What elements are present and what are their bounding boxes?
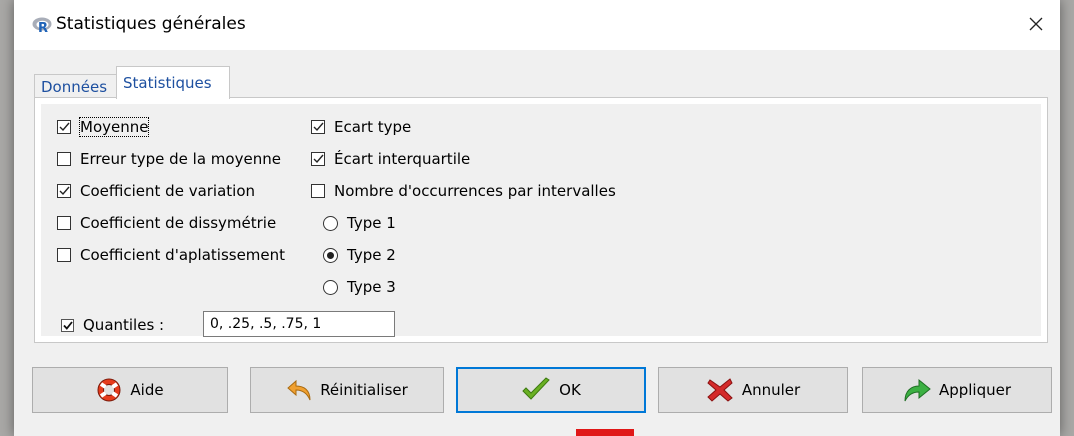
ok-button[interactable]: OK (456, 367, 646, 413)
lifebuoy-icon (97, 378, 121, 402)
checkmark-icon (522, 377, 550, 400)
radio-dot (327, 251, 334, 259)
checkbox-checked[interactable] (57, 120, 71, 134)
radio-type-2[interactable]: Type 2 (323, 246, 396, 264)
tab-donnees[interactable]: Données (34, 74, 124, 99)
check-icon (59, 186, 70, 196)
option-label: Coefficient de variation (80, 182, 256, 200)
radio-type-3[interactable]: Type 3 (323, 278, 396, 296)
option-ecart-interquartile[interactable]: Écart interquartile (311, 150, 470, 168)
red-marker (576, 429, 634, 436)
radio-label: Type 2 (347, 246, 396, 264)
option-label: Nombre d'occurrences par intervalles (334, 182, 616, 200)
reset-label: Réinitialiser (320, 381, 408, 399)
quantiles-option[interactable]: Quantiles : (61, 316, 164, 334)
dialog-window: R Statistiques générales Données Statist… (14, 0, 1060, 436)
close-button[interactable] (1022, 10, 1050, 38)
quantiles-checkbox[interactable] (61, 318, 74, 332)
svg-text:R: R (38, 21, 48, 33)
option-dissymetrie[interactable]: Coefficient de dissymétrie (57, 214, 276, 232)
quantiles-input[interactable]: 0, .25, .5, .75, 1 (203, 311, 395, 337)
green-arrow-icon (904, 378, 931, 402)
option-erreur-type[interactable]: Erreur type de la moyenne (57, 150, 281, 168)
option-ecart-type[interactable]: Ecart type (311, 118, 411, 136)
option-label: Ecart type (334, 118, 412, 136)
title-bar: R Statistiques générales (14, 0, 1060, 50)
checkbox-unchecked[interactable] (57, 216, 71, 230)
checkbox-checked[interactable] (311, 120, 325, 134)
statistics-panel: Moyenne Erreur type de la moyenne Coeffi… (34, 97, 1048, 343)
options-area: Moyenne Erreur type de la moyenne Coeffi… (41, 104, 1041, 337)
check-icon (313, 122, 324, 132)
option-label: Moyenne (78, 117, 150, 137)
apply-button[interactable]: Appliquer (862, 367, 1052, 413)
option-label: Écart interquartile (334, 150, 471, 168)
option-moyenne[interactable]: Moyenne (57, 117, 150, 137)
option-label: Erreur type de la moyenne (80, 150, 281, 168)
close-icon (1029, 17, 1043, 31)
option-label: Coefficient de dissymétrie (80, 214, 277, 232)
checkbox-unchecked[interactable] (57, 248, 71, 262)
apply-label: Appliquer (938, 381, 1012, 399)
checkbox-unchecked[interactable] (311, 184, 325, 198)
radio-unselected[interactable] (323, 215, 338, 231)
r-logo-icon: R (32, 17, 52, 33)
window-title: Statistiques générales (56, 14, 246, 34)
ok-label: OK (559, 381, 581, 399)
red-x-icon (707, 378, 733, 402)
tab-statistiques[interactable]: Statistiques (116, 66, 230, 99)
quantiles-label: Quantiles : (83, 316, 165, 334)
radio-label: Type 1 (347, 214, 396, 232)
checkbox-checked[interactable] (57, 184, 71, 198)
radio-type-1[interactable]: Type 1 (323, 214, 396, 232)
option-nombre-occurrences[interactable]: Nombre d'occurrences par intervalles (311, 182, 616, 200)
radio-selected[interactable] (323, 247, 338, 263)
option-coefficient-variation[interactable]: Coefficient de variation (57, 182, 255, 200)
help-button[interactable]: Aide (32, 367, 228, 413)
option-label: Coefficient d'aplatissement (80, 246, 286, 264)
undo-arrow-icon (287, 379, 311, 401)
checkbox-unchecked[interactable] (57, 152, 71, 166)
cancel-label: Annuler (741, 381, 801, 399)
option-aplatissement[interactable]: Coefficient d'aplatissement (57, 246, 285, 264)
check-icon (59, 122, 70, 132)
cancel-button[interactable]: Annuler (658, 367, 848, 413)
check-icon (62, 320, 73, 330)
radio-label: Type 3 (347, 278, 396, 296)
checkbox-checked[interactable] (311, 152, 325, 166)
radio-unselected[interactable] (323, 279, 338, 295)
reset-button[interactable]: Réinitialiser (250, 367, 444, 413)
check-icon (313, 154, 324, 164)
help-label: Aide (130, 381, 164, 399)
